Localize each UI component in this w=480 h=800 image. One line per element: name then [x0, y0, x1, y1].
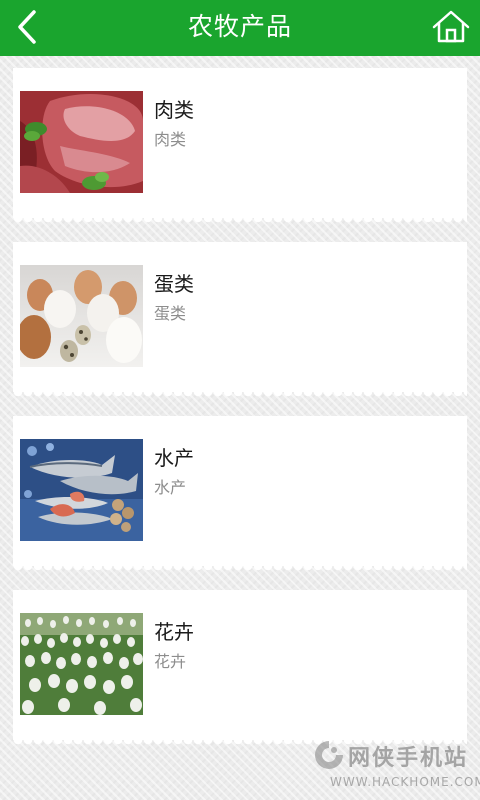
list-item-meat[interactable]: 肉类 肉类 — [13, 68, 467, 224]
list-item-flowers[interactable]: 花卉 花卉 — [13, 590, 467, 746]
home-icon — [432, 10, 470, 43]
app-header: 农牧产品 — [0, 0, 480, 56]
page-title: 农牧产品 — [187, 12, 292, 41]
item-title: 水产 — [154, 446, 194, 470]
list-item-eggs[interactable]: 蛋类 蛋类 — [13, 242, 467, 398]
item-subtitle: 蛋类 — [154, 304, 187, 323]
watermark-logo-icon — [315, 741, 343, 769]
home-button[interactable] — [430, 6, 472, 48]
item-title: 蛋类 — [154, 272, 194, 296]
fish-image — [20, 439, 143, 541]
watermark: 网侠手机站 WWW.HACKHOME.COM — [312, 736, 480, 796]
watermark-url: WWW.HACKHOME.COM — [330, 775, 480, 789]
item-title: 花卉 — [154, 620, 194, 644]
item-subtitle: 水产 — [154, 478, 187, 497]
meat-image — [20, 91, 143, 193]
item-title: 肉类 — [154, 98, 194, 122]
eggs-image — [20, 265, 143, 367]
watermark-text: 网侠手机站 — [348, 746, 469, 771]
item-subtitle: 花卉 — [154, 652, 187, 671]
category-list: 肉类 肉类 蛋类 蛋类 水产 水产 花卉 花卉 — [13, 68, 467, 764]
item-subtitle: 肉类 — [154, 130, 187, 149]
tulips-image — [20, 613, 143, 715]
list-item-fish[interactable]: 水产 水产 — [13, 416, 467, 572]
